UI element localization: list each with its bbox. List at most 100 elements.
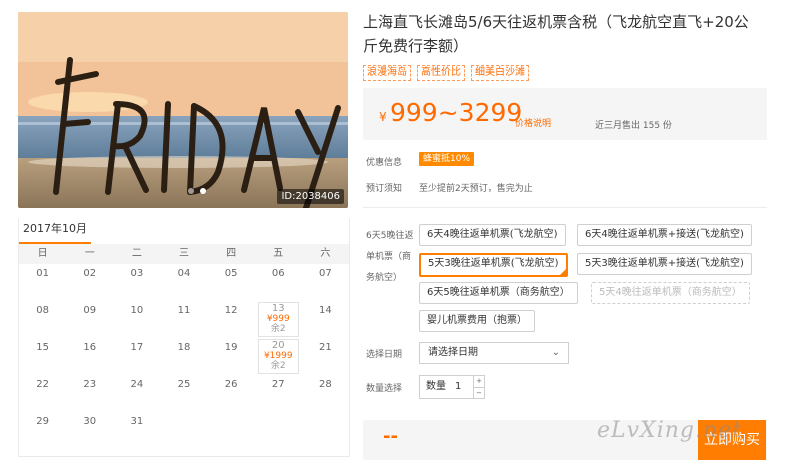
- feature-tag: 细美白沙滩: [471, 65, 529, 81]
- weekday-label: 五: [273, 248, 284, 259]
- calendar-day: 02: [66, 264, 113, 301]
- calendar-day: 30: [66, 412, 113, 449]
- calendar-day: 25: [160, 375, 207, 412]
- package-option-2[interactable]: 6天4晚往返单机票+接送(飞龙航空): [577, 224, 752, 246]
- promo-badge: 蜂蜜抵10%: [419, 152, 475, 166]
- promo-label: 优惠信息: [366, 158, 403, 168]
- calendar-day-remaining: 余2: [270, 361, 286, 371]
- calendar-day-available[interactable]: 20 ¥1999 余2: [255, 338, 302, 375]
- calendar-day-number: 08: [36, 305, 49, 316]
- quantity-label: 数量选择: [366, 384, 403, 394]
- calendar-day-number: 06: [271, 268, 285, 279]
- calendar-day-number: 28: [319, 379, 332, 390]
- calendar-week-row: 22 23 24 25 26 27 28: [19, 375, 349, 412]
- package-option-1[interactable]: 6天4晚往返单机票(飞龙航空): [419, 224, 566, 246]
- calendar-day: 11: [160, 301, 207, 338]
- product-title: 上海直飞长滩岛5/6天往返机票含税（飞龙航空直飞+20公斤免费行李额）: [363, 13, 749, 55]
- notice-text: 至少提前2天预订，售完为止: [419, 184, 533, 194]
- quantity-stepper[interactable]: 数量 1 + −: [419, 375, 485, 399]
- calendar-day-number: 17: [130, 342, 144, 353]
- calendar-day: 26: [208, 375, 255, 412]
- date-label: 选择日期: [366, 350, 403, 360]
- image-id-label: ID:2038406: [277, 189, 344, 204]
- calendar-day: 12: [208, 301, 255, 338]
- package-label: 6天5晚往返单机票（商务航空）: [366, 231, 414, 283]
- package-option-7[interactable]: 婴儿机票费用（抱票）: [419, 310, 535, 332]
- calendar-grid: 01 02 03 04 05 06 07 08 09 10 11 12 13 ¥999 余2 14 15 16 17…: [19, 264, 349, 449]
- date-select[interactable]: 请选择日期 ⌄: [419, 342, 569, 364]
- sunset-beach-illustration: [18, 12, 348, 208]
- calendar-day-price: ¥1999: [263, 351, 293, 361]
- calendar-day-number: 27: [271, 379, 285, 390]
- calendar-day-number: 04: [177, 268, 191, 279]
- calendar-week-row: 29 30 31: [19, 412, 349, 449]
- calendar-day: 29: [19, 412, 66, 449]
- calendar-day-number: 25: [177, 379, 191, 390]
- calendar-day-number: 22: [36, 379, 49, 390]
- calendar-week-row: 15 16 17 18 19 20 ¥1999 余2 21: [19, 338, 349, 375]
- calendar-day: 03: [113, 264, 160, 301]
- departure-calendar: 2017年10月 日 一 二 三 四 五 六 01 02 03 04 05 06 07 08 0…: [18, 218, 350, 457]
- notice-label: 预订须知: [366, 184, 403, 194]
- weekday-label: 六: [320, 248, 331, 259]
- calendar-day: 23: [66, 375, 113, 412]
- calendar-day: 18: [160, 338, 207, 375]
- carousel-dot-active[interactable]: [200, 188, 206, 194]
- buy-now-button[interactable]: 立即购买: [698, 420, 766, 460]
- calendar-day: 19: [208, 338, 255, 375]
- carousel-dot[interactable]: [188, 188, 194, 194]
- calendar-weekday-header: 日 一 二 三 四 五 六: [19, 244, 349, 264]
- calendar-day-number: 23: [83, 379, 97, 390]
- calendar-day: [208, 412, 255, 449]
- feature-tag: 浪漫海岛: [363, 65, 411, 81]
- calendar-day: [302, 412, 349, 449]
- calendar-month-tab[interactable]: 2017年10月: [19, 218, 91, 244]
- calendar-day: 22: [19, 375, 66, 412]
- calendar-day: 14: [302, 301, 349, 338]
- calendar-day: 21: [302, 338, 349, 375]
- price-range: 999~3299: [390, 98, 523, 127]
- price-panel: ¥ 999~3299 价格说明 近三月售出 155 份: [363, 88, 767, 140]
- total-price: --: [383, 426, 398, 447]
- calendar-day-number: 26: [224, 379, 238, 390]
- calendar-day-number: [160, 412, 207, 416]
- calendar-day-number: 12: [224, 305, 238, 316]
- package-option-4[interactable]: 5天3晚往返单机票+接送(飞龙航空): [577, 253, 752, 275]
- decrement-button[interactable]: −: [474, 388, 484, 399]
- calendar-day-number: 20: [271, 340, 285, 351]
- calendar-day-number: [208, 412, 255, 416]
- calendar-day: [255, 412, 302, 449]
- weekday-label: 三: [178, 248, 189, 259]
- divider: [363, 207, 767, 208]
- selected-check-icon: [558, 268, 567, 276]
- calendar-day-number: 29: [36, 416, 49, 427]
- calendar-day-number: 09: [83, 305, 97, 316]
- weekday-label: 日: [37, 248, 48, 259]
- calendar-day-number: 16: [83, 342, 97, 353]
- quantity-unit-label: 数量: [426, 381, 446, 392]
- calendar-day: 04: [160, 264, 207, 301]
- calendar-day: 07: [302, 264, 349, 301]
- calendar-week-row: 01 02 03 04 05 06 07: [19, 264, 349, 301]
- calendar-day-number: 13: [271, 303, 285, 314]
- increment-button[interactable]: +: [474, 376, 484, 388]
- calendar-day: 27: [255, 375, 302, 412]
- calendar-day-number: 14: [319, 305, 332, 316]
- calendar-day-available[interactable]: 13 ¥999 余2: [255, 301, 302, 338]
- calendar-day-number: 19: [224, 342, 238, 353]
- package-option-5[interactable]: 6天5晚往返单机票（商务航空）: [419, 282, 578, 304]
- calendar-day-number: 11: [177, 305, 191, 316]
- quantity-value[interactable]: 1: [455, 376, 461, 398]
- package-option-3-selected[interactable]: 5天3晚往返单机票(飞龙航空): [419, 253, 568, 277]
- calendar-day: 08: [19, 301, 66, 338]
- package-option-6-disabled: 5天4晚往返单机票（商务航空）: [591, 282, 750, 304]
- calendar-day: 06: [255, 264, 302, 301]
- calendar-day-number: 21: [319, 342, 332, 353]
- calendar-day-number: [255, 412, 302, 416]
- chevron-down-icon: ⌄: [551, 347, 560, 358]
- calendar-day-number: 07: [319, 268, 332, 279]
- hero-image[interactable]: ID:2038406: [18, 12, 348, 208]
- calendar-day: 17: [113, 338, 160, 375]
- date-select-value: 请选择日期: [428, 347, 478, 358]
- price-explain-link[interactable]: 价格说明: [515, 116, 551, 129]
